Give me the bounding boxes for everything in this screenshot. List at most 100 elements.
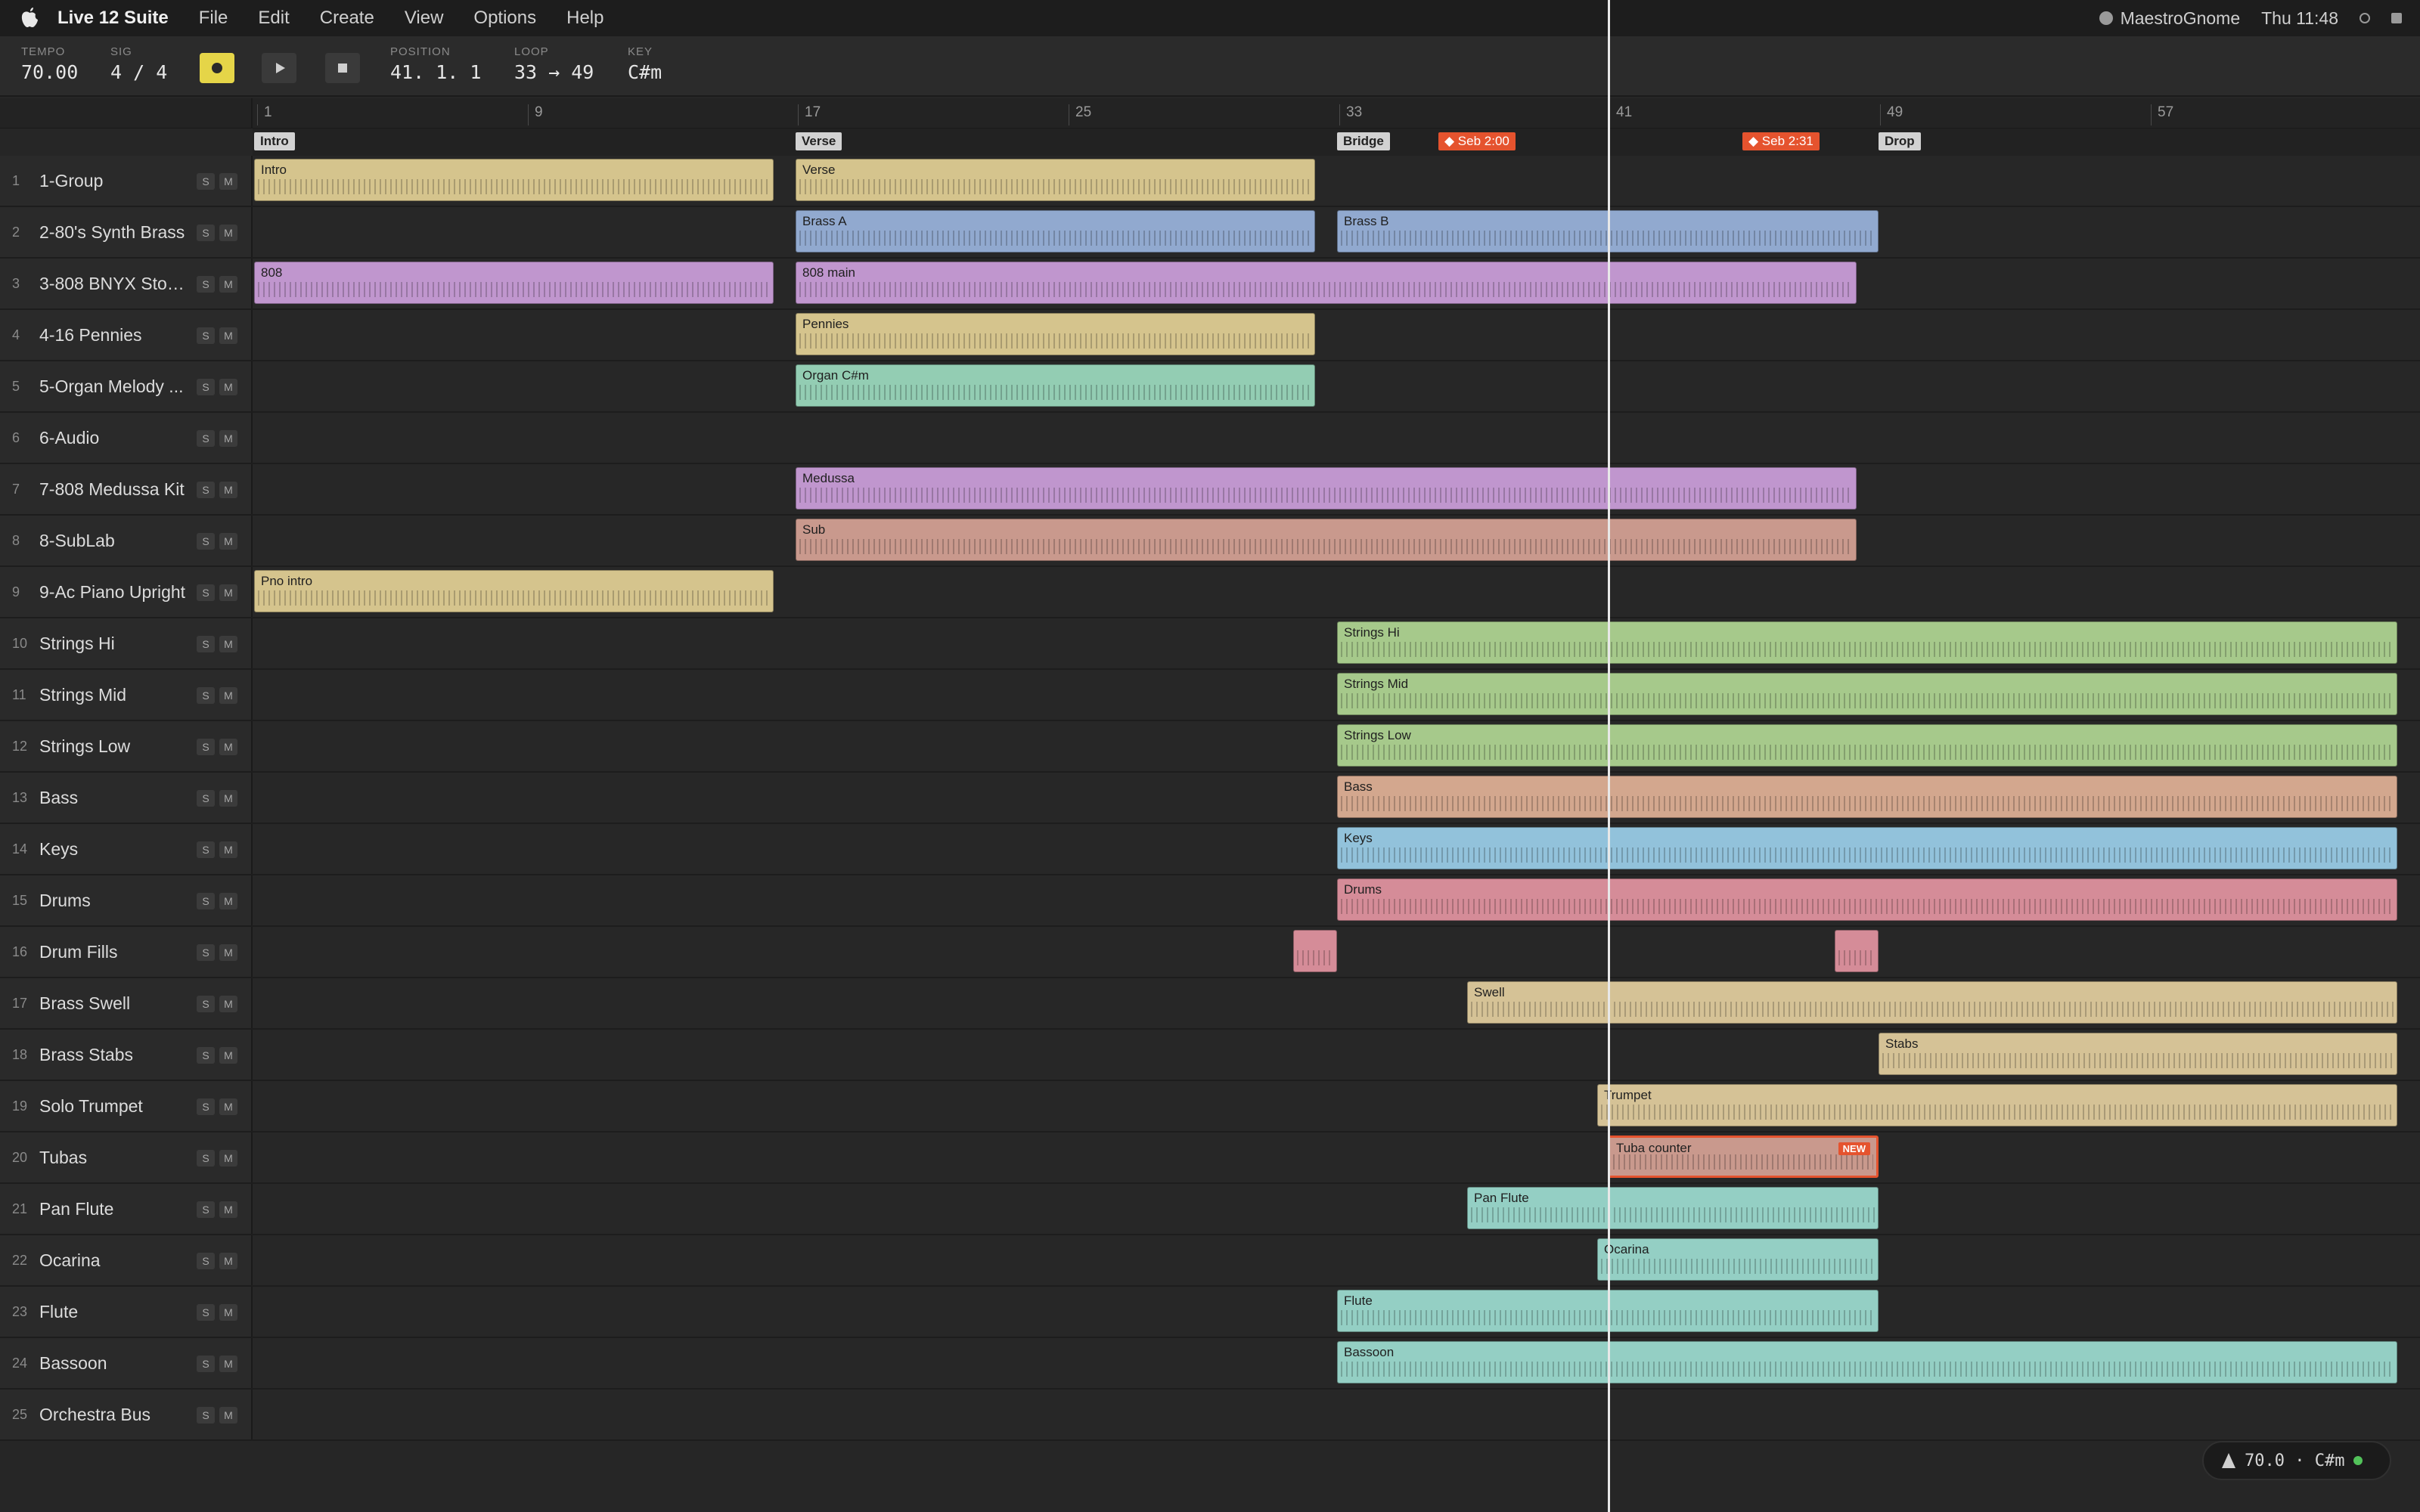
track-row[interactable]: 9 9-Ac Piano Upright S M Pno intro — [0, 567, 2420, 618]
track-name[interactable]: 6-Audio — [39, 428, 191, 448]
track-header[interactable]: 16 Drum Fills S M — [0, 927, 253, 977]
mute-button[interactable]: M — [219, 379, 237, 395]
mute-button[interactable]: M — [219, 430, 237, 447]
solo-button[interactable]: S — [197, 379, 215, 395]
track-header[interactable]: 17 Brass Swell S M — [0, 978, 253, 1028]
solo-button[interactable]: S — [197, 173, 215, 190]
solo-button[interactable]: S — [197, 1253, 215, 1269]
track-name[interactable]: Keys — [39, 839, 191, 860]
solo-button[interactable]: S — [197, 996, 215, 1012]
track-name[interactable]: Drums — [39, 891, 191, 911]
loop-field[interactable]: LOOP 33 → 49 — [514, 45, 594, 83]
audio-clip[interactable]: Medussa — [796, 467, 1857, 510]
track-header[interactable]: 19 Solo Trumpet S M — [0, 1081, 253, 1131]
control-center-icon[interactable] — [2360, 13, 2370, 23]
track-row[interactable]: 3 3-808 BNYX Stop... S M 808 808 main — [0, 259, 2420, 310]
menu-view[interactable]: View — [405, 8, 444, 29]
mute-button[interactable]: M — [219, 636, 237, 652]
audio-clip[interactable]: Strings Hi — [1337, 621, 2397, 664]
solo-button[interactable]: S — [197, 687, 215, 704]
position-field[interactable]: POSITION 41. 1. 1 — [390, 45, 481, 83]
audio-clip[interactable]: Organ C#m — [796, 364, 1315, 407]
solo-button[interactable]: S — [197, 1304, 215, 1321]
track-header[interactable]: 6 6-Audio S M — [0, 413, 253, 463]
track-name[interactable]: 1-Group — [39, 171, 191, 191]
track-row[interactable]: 25 Orchestra Bus S M — [0, 1390, 2420, 1441]
locator-bridge[interactable]: Bridge — [1337, 132, 1390, 150]
track-row[interactable]: 7 7-808 Medussa Kit S M Medussa — [0, 464, 2420, 516]
mute-button[interactable]: M — [219, 173, 237, 190]
solo-button[interactable]: S — [197, 430, 215, 447]
solo-button[interactable]: S — [197, 1407, 215, 1424]
audio-clip[interactable]: Keys — [1337, 827, 2397, 869]
mute-button[interactable]: M — [219, 687, 237, 704]
track-row[interactable]: 12 Strings Low S M Strings Low — [0, 721, 2420, 773]
key-field[interactable]: KEY C#m — [628, 45, 662, 83]
solo-button[interactable]: S — [197, 636, 215, 652]
locator-drop[interactable]: Drop — [1879, 132, 1921, 150]
user-status[interactable]: MaestroGnome — [2099, 8, 2240, 29]
stop-button[interactable] — [325, 53, 360, 83]
audio-clip[interactable]: Bassoon — [1337, 1341, 2397, 1383]
solo-button[interactable]: S — [197, 739, 215, 755]
track-name[interactable]: 3-808 BNYX Stop... — [39, 274, 191, 294]
menu-create[interactable]: Create — [320, 8, 374, 29]
solo-button[interactable]: S — [197, 790, 215, 807]
mute-button[interactable]: M — [219, 1356, 237, 1372]
solo-button[interactable]: S — [197, 1098, 215, 1115]
audio-clip[interactable]: Strings Low — [1337, 724, 2397, 767]
status-pill[interactable]: 70.0 · C#m — [2202, 1441, 2391, 1480]
mute-button[interactable]: M — [219, 893, 237, 909]
track-name[interactable]: Pan Flute — [39, 1199, 191, 1219]
solo-button[interactable]: S — [197, 584, 215, 601]
track-header[interactable]: 11 Strings Mid S M — [0, 670, 253, 720]
audio-clip[interactable]: Pennies — [796, 313, 1315, 355]
audio-clip[interactable]: Intro — [254, 159, 774, 201]
solo-button[interactable]: S — [197, 944, 215, 961]
solo-button[interactable]: S — [197, 533, 215, 550]
track-header[interactable]: 5 5-Organ Melody ... S M — [0, 361, 253, 411]
menu-help[interactable]: Help — [566, 8, 603, 29]
track-name[interactable]: Bassoon — [39, 1353, 191, 1374]
solo-button[interactable]: S — [197, 482, 215, 498]
track-header[interactable]: 24 Bassoon S M — [0, 1338, 253, 1388]
track-row[interactable]: 22 Ocarina S M Ocarina — [0, 1235, 2420, 1287]
track-row[interactable]: 10 Strings Hi S M Strings Hi — [0, 618, 2420, 670]
track-header[interactable]: 14 Keys S M — [0, 824, 253, 874]
mute-button[interactable]: M — [219, 1098, 237, 1115]
track-name[interactable]: 8-SubLab — [39, 531, 191, 551]
track-row[interactable]: 15 Drums S M Drums — [0, 875, 2420, 927]
track-name[interactable]: Strings Low — [39, 736, 191, 757]
audio-clip[interactable]: Verse — [796, 159, 1315, 201]
track-row[interactable]: 20 Tubas S M Tuba counter NEW — [0, 1132, 2420, 1184]
solo-button[interactable]: S — [197, 1356, 215, 1372]
mute-button[interactable]: M — [219, 482, 237, 498]
track-name[interactable]: 9-Ac Piano Upright — [39, 582, 191, 603]
mute-button[interactable]: M — [219, 1150, 237, 1167]
playhead[interactable] — [1608, 0, 1610, 1512]
audio-clip[interactable]: Pan Flute — [1467, 1187, 1879, 1229]
play-button[interactable] — [262, 53, 296, 83]
track-header[interactable]: 21 Pan Flute S M — [0, 1184, 253, 1234]
track-header[interactable]: 18 Brass Stabs S M — [0, 1030, 253, 1080]
track-row[interactable]: 4 4-16 Pennies S M Pennies — [0, 310, 2420, 361]
mute-button[interactable]: M — [219, 327, 237, 344]
apple-icon[interactable] — [17, 5, 42, 31]
solo-button[interactable]: S — [197, 1201, 215, 1218]
bar-ruler[interactable]: 1 9 17 25 33 41 49 57 — [0, 98, 2420, 129]
track-header[interactable]: 15 Drums S M — [0, 875, 253, 925]
signature-field[interactable]: SIG 4 / 4 — [110, 45, 167, 83]
track-name[interactable]: Strings Mid — [39, 685, 191, 705]
solo-button[interactable]: S — [197, 1047, 215, 1064]
track-header[interactable]: 12 Strings Low S M — [0, 721, 253, 771]
mute-button[interactable]: M — [219, 841, 237, 858]
audio-clip[interactable]: Ocarina — [1597, 1238, 1879, 1281]
track-row[interactable]: 17 Brass Swell S M Swell — [0, 978, 2420, 1030]
solo-button[interactable]: S — [197, 841, 215, 858]
track-header[interactable]: 22 Ocarina S M — [0, 1235, 253, 1285]
track-row[interactable]: 5 5-Organ Melody ... S M Organ C#m — [0, 361, 2420, 413]
track-row[interactable]: 23 Flute S M Flute — [0, 1287, 2420, 1338]
solo-button[interactable]: S — [197, 225, 215, 241]
track-row[interactable]: 13 Bass S M Bass — [0, 773, 2420, 824]
track-header[interactable]: 25 Orchestra Bus S M — [0, 1390, 253, 1439]
